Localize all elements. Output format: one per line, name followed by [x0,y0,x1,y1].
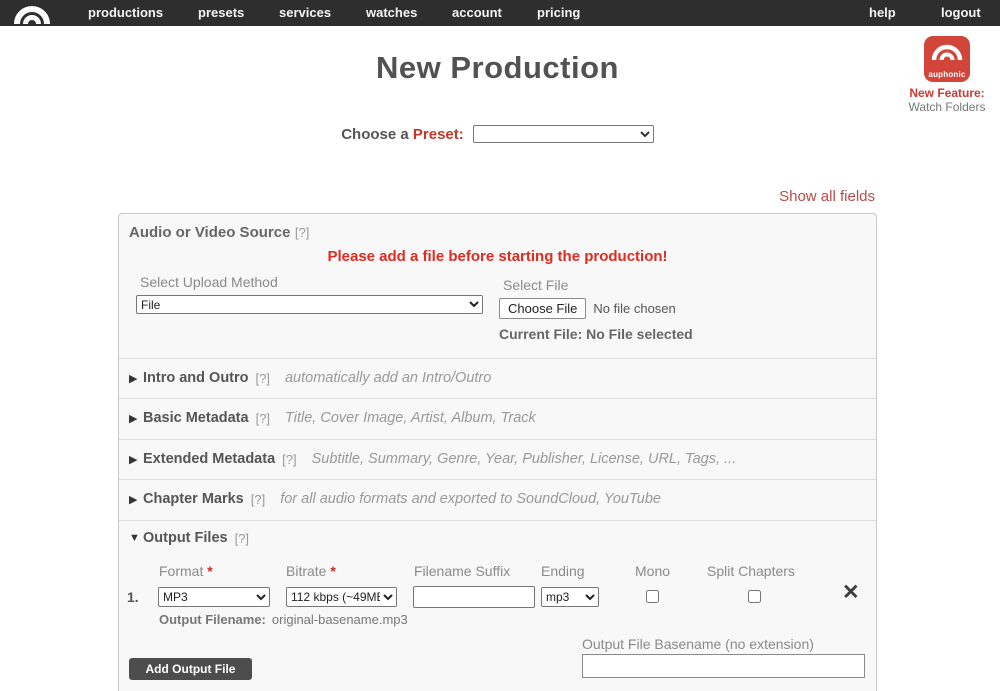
no-file-chosen-text: No file chosen [593,301,676,316]
nav-watches[interactable]: watches [366,0,417,26]
feature-banner-title: New Feature: [909,86,985,100]
show-all-fields-link[interactable]: Show all fields [779,188,875,205]
section-extended-metadata[interactable]: ▶ Extended Metadata [?] Subtitle, Summar… [119,439,876,479]
basename-input[interactable] [582,654,865,678]
top-nav: productions presets services watches acc… [0,0,1000,26]
nav-help[interactable]: help [869,0,896,26]
section-description: Title, Cover Image, Artist, Album, Track [285,410,536,426]
section-title: Output Files [143,530,228,546]
auphonic-logo-icon[interactable] [10,2,54,26]
preset-select[interactable] [472,125,654,143]
nav-account[interactable]: account [452,0,502,26]
ending-select[interactable]: mp3 [541,587,599,607]
delete-output-icon[interactable]: ✕ [842,580,860,605]
column-format: Format * [159,563,213,579]
section-output-files[interactable]: ▼ Output Files [?] [129,530,264,546]
split-chapters-checkbox[interactable] [748,590,761,603]
file-warning-message: Please add a file before starting the pr… [327,248,668,265]
current-file-status: Current File: No File selected [499,326,693,342]
chevron-down-icon: ▼ [129,532,140,544]
select-file-label: Select File [503,277,569,293]
help-link[interactable]: [?] [256,411,270,426]
section-description: for all audio formats and exported to So… [280,491,661,507]
preset-label-prefix: Choose a [341,125,409,143]
help-link[interactable]: [?] [282,452,296,467]
add-output-file-button[interactable]: Add Output File [129,658,252,680]
nav-pricing[interactable]: pricing [537,0,580,26]
help-link[interactable]: [?] [251,492,265,507]
help-link[interactable]: [?] [256,371,270,386]
nav-presets[interactable]: presets [198,0,244,26]
section-description: Subtitle, Summary, Genre, Year, Publishe… [311,451,737,467]
upload-method-select[interactable]: File [136,295,483,314]
column-ending: Ending [541,563,585,579]
section-intro-outro[interactable]: ▶ Intro and Outro [?] automatically add … [119,358,876,398]
source-help-link[interactable]: [?] [295,225,309,240]
source-section-title-text: Audio or Video Source [129,224,291,241]
format-select[interactable]: MP3 [158,587,270,607]
preset-row: Choose a Preset: [0,125,995,143]
basename-label: Output File Basename (no extension) [582,636,814,652]
feature-banner-subtitle: Watch Folders [908,100,986,114]
divider [119,520,876,521]
column-bitrate: Bitrate * [286,563,336,579]
preset-label: Choose a Preset: [341,126,464,143]
chevron-right-icon: ▶ [129,493,138,506]
file-input: Choose File No file chosen [499,298,676,319]
production-form: Audio or Video Source [?] Please add a f… [118,213,877,691]
section-title: Chapter Marks [143,491,244,507]
section-title: Basic Metadata [143,410,249,426]
section-title: Extended Metadata [143,451,276,467]
page: productions presets services watches acc… [0,0,1000,691]
nav-productions[interactable]: productions [88,0,163,26]
column-split-chapters: Split Chapters [707,563,795,579]
page-title: New Production [376,50,619,85]
chevron-right-icon: ▶ [129,412,138,425]
bitrate-select[interactable]: 112 kbps (~49MB [286,587,397,607]
section-chapter-marks[interactable]: ▶ Chapter Marks [?] for all audio format… [119,479,876,519]
output-filename-value: original-basename.mp3 [271,612,408,627]
chevron-right-icon: ▶ [129,372,138,385]
section-title: Intro and Outro [143,370,249,386]
section-description: automatically add an Intro/Outro [284,370,492,386]
choose-file-button[interactable]: Choose File [499,298,587,319]
required-marker: * [207,563,213,579]
output-row-index: 1. [127,589,139,605]
column-filename-suffix: Filename Suffix [414,563,511,579]
help-link[interactable]: [?] [235,531,249,546]
column-format-text: Format [159,563,204,579]
nav-logout[interactable]: logout [941,0,981,26]
column-mono: Mono [635,563,671,579]
output-filename-line: Output Filename: original-basename.mp3 [159,612,408,627]
filename-suffix-input[interactable] [413,586,535,608]
required-marker: * [330,563,336,579]
chevron-right-icon: ▶ [129,453,138,466]
mono-checkbox[interactable] [646,590,659,603]
preset-label-link[interactable]: Preset: [413,126,464,143]
upload-method-label: Select Upload Method [140,274,278,290]
column-bitrate-text: Bitrate [286,563,327,579]
nav-services[interactable]: services [279,0,331,26]
output-filename-label: Output Filename: [159,612,266,627]
section-basic-metadata[interactable]: ▶ Basic Metadata [?] Title, Cover Image,… [119,398,876,438]
source-section-title: Audio or Video Source [?] [129,224,309,242]
